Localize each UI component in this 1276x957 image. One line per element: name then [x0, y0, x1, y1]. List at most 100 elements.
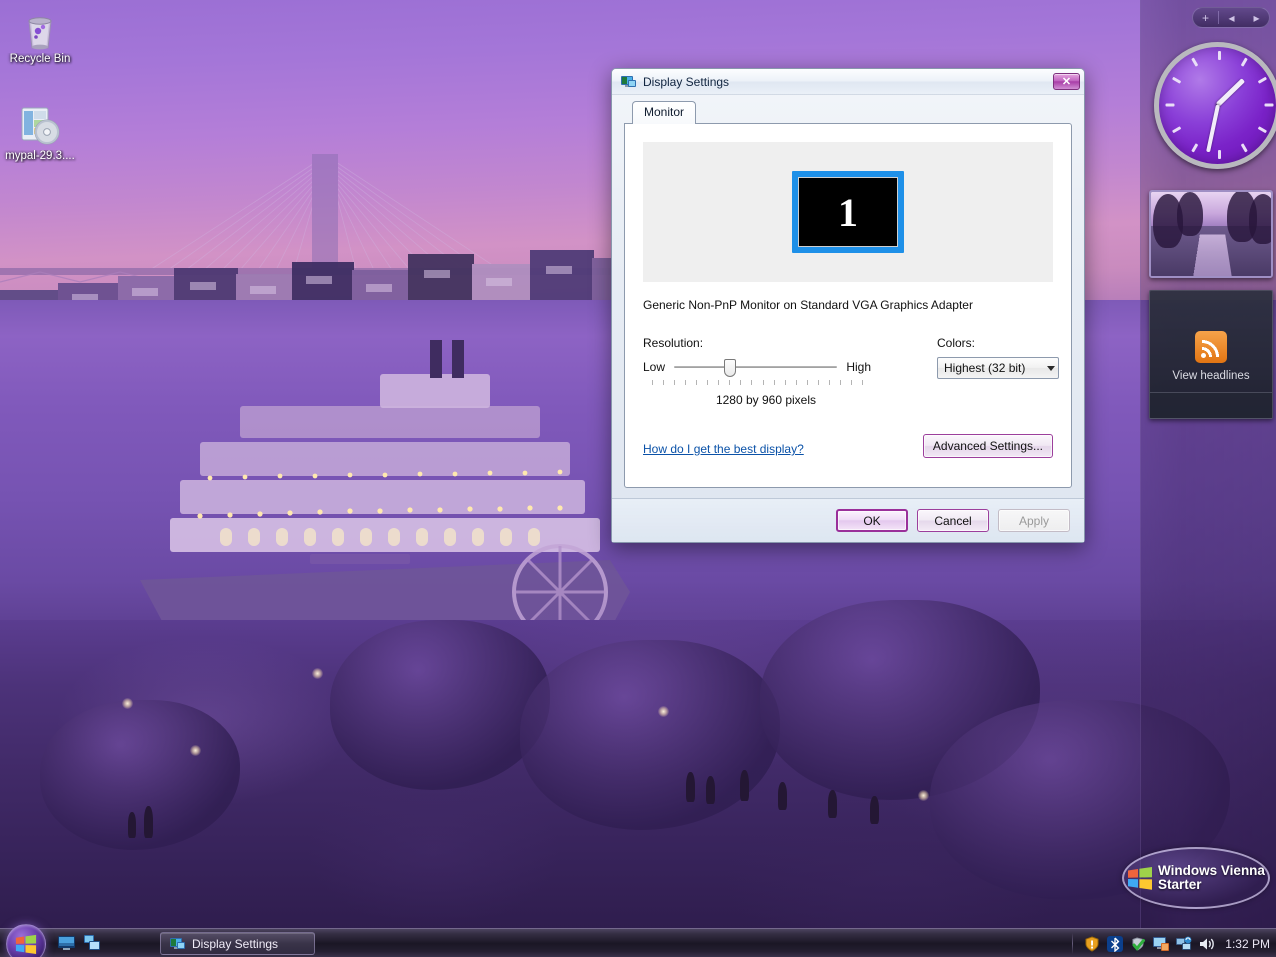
- slider-tick: [707, 380, 708, 385]
- slideshow-path: [1192, 235, 1232, 278]
- desktop-icon-mypal-installer[interactable]: mypal-29.3....: [0, 103, 80, 163]
- slider-tick: [829, 380, 830, 385]
- windows-logo-icon: [1127, 866, 1153, 891]
- best-display-help-link[interactable]: How do I get the best display?: [643, 442, 804, 456]
- clock-minute-hand: [1206, 105, 1220, 153]
- switch-windows-icon[interactable]: [83, 934, 101, 952]
- chevron-down-icon[interactable]: [1047, 366, 1055, 371]
- taskbar[interactable]: Display Settings: [0, 928, 1276, 957]
- tab-strip[interactable]: Monitor: [632, 101, 1072, 124]
- slider-track-line: [674, 366, 837, 368]
- close-icon[interactable]: ✕: [1053, 73, 1080, 90]
- windows-sidebar[interactable]: + ◂ ▸ View headlines: [1140, 0, 1276, 930]
- start-button[interactable]: [6, 924, 46, 957]
- clock-tick: [1257, 126, 1266, 133]
- clock-tick: [1257, 77, 1266, 84]
- clock-tick: [1165, 104, 1174, 107]
- bluetooth-icon[interactable]: [1107, 936, 1123, 952]
- monitor-thumbnail-selected[interactable]: 1: [792, 171, 904, 253]
- ok-button[interactable]: OK: [836, 509, 908, 532]
- resolution-slider[interactable]: [674, 358, 837, 376]
- display-settings-dialog[interactable]: Display Settings ✕ Monitor 1 Generic Non…: [611, 68, 1085, 543]
- slider-tick: [796, 380, 797, 385]
- clock-gadget[interactable]: [1150, 40, 1270, 177]
- recycle-bin-icon: [0, 6, 80, 50]
- previous-gadget-button[interactable]: ◂: [1219, 8, 1244, 27]
- clock-hour-hand: [1216, 78, 1245, 107]
- taskbar-button-label: Display Settings: [192, 937, 278, 951]
- desktop-icon-label: Recycle Bin: [0, 53, 80, 66]
- monitor-preview-area[interactable]: 1: [643, 142, 1053, 282]
- task-buttons[interactable]: Display Settings: [160, 932, 315, 955]
- colors-dropdown[interactable]: Highest (32 bit): [937, 357, 1059, 379]
- resolution-group: Resolution: Low High 1280 by 960 pixe: [643, 336, 871, 407]
- next-gadget-button[interactable]: ▸: [1244, 8, 1269, 27]
- slider-tick: [696, 380, 697, 385]
- resolution-value: 1280 by 960 pixels: [643, 393, 871, 407]
- desktop-icon-recycle-bin[interactable]: Recycle Bin: [0, 6, 80, 66]
- system-tray[interactable]: 1:32 PM: [1072, 929, 1270, 957]
- rss-icon: [1195, 331, 1227, 363]
- feed-headlines-label[interactable]: View headlines: [1172, 370, 1249, 382]
- network-icon[interactable]: [1176, 936, 1192, 952]
- advanced-settings-button[interactable]: Advanced Settings...: [923, 434, 1053, 458]
- slider-thumb[interactable]: [724, 359, 736, 377]
- slider-tick: [663, 380, 664, 385]
- desktop[interactable]: Recycle Bin mypal-29.3.... + ◂ ▸: [0, 0, 1276, 957]
- dialog-title-bar[interactable]: Display Settings ✕: [612, 69, 1084, 95]
- watermark-line1: Windows Vienna: [1158, 864, 1265, 879]
- monitor-number: 1: [798, 177, 898, 247]
- street-lamp-light: [658, 706, 669, 717]
- pedestrian: [144, 806, 153, 838]
- pedestrian: [740, 770, 749, 801]
- slideshow-tree: [1177, 192, 1203, 236]
- show-desktop-icon[interactable]: [58, 934, 76, 952]
- tab-monitor[interactable]: Monitor: [632, 101, 696, 124]
- slider-tick: [652, 380, 653, 385]
- cancel-button[interactable]: Cancel: [917, 509, 989, 532]
- slider-tick: [729, 380, 730, 385]
- taskbar-clock[interactable]: 1:32 PM: [1225, 937, 1270, 951]
- slider-tick: [807, 380, 808, 385]
- slider-tick: [818, 380, 819, 385]
- volume-icon[interactable]: [1199, 936, 1215, 952]
- clock-tick: [1191, 143, 1198, 152]
- street-lamp-light: [312, 668, 323, 679]
- colors-group: Colors: Highest (32 bit): [937, 336, 1067, 379]
- slider-tick: [718, 380, 719, 385]
- windows-edition-watermark: Windows Vienna Starter: [1122, 847, 1270, 909]
- security-check-icon[interactable]: [1130, 936, 1146, 952]
- display-settings-icon: [621, 75, 636, 89]
- clock-tick: [1264, 104, 1273, 107]
- colors-selected-value: Highest (32 bit): [944, 361, 1025, 375]
- pedestrian: [128, 812, 136, 838]
- quick-launch-bar[interactable]: [58, 934, 101, 952]
- dialog-body: Monitor 1 Generic Non-PnP Monitor on Sta…: [612, 95, 1084, 542]
- slideshow-gadget[interactable]: [1149, 190, 1273, 278]
- monitor-description: Generic Non-PnP Monitor on Standard VGA …: [643, 298, 1053, 312]
- slider-tick: [763, 380, 764, 385]
- resolution-label: Resolution:: [643, 336, 871, 350]
- slider-tick: [674, 380, 675, 385]
- windows-start-logo-icon: [15, 934, 37, 955]
- feed-gadget-footer: [1150, 392, 1272, 418]
- clock-tick: [1240, 143, 1247, 152]
- display-icon[interactable]: [1153, 936, 1169, 952]
- pedestrian: [870, 796, 879, 824]
- clock-tick: [1171, 77, 1180, 84]
- action-center-warning-icon[interactable]: [1084, 936, 1100, 952]
- pedestrian: [828, 790, 837, 818]
- resolution-slider-row[interactable]: Low High: [643, 358, 871, 376]
- taskbar-button-display-settings[interactable]: Display Settings: [160, 932, 315, 955]
- feed-headlines-gadget[interactable]: View headlines: [1149, 290, 1273, 419]
- display-settings-icon: [170, 937, 185, 951]
- clock-tick: [1218, 51, 1221, 60]
- add-gadget-button[interactable]: +: [1193, 8, 1218, 27]
- slider-tick: [785, 380, 786, 385]
- sidebar-header[interactable]: + ◂ ▸: [1192, 7, 1270, 28]
- dialog-footer: OK Cancel Apply: [612, 498, 1084, 542]
- pedestrian: [686, 772, 695, 802]
- slideshow-tree: [1249, 194, 1273, 244]
- slider-tick: [751, 380, 752, 385]
- slider-tick-marks: [652, 378, 862, 386]
